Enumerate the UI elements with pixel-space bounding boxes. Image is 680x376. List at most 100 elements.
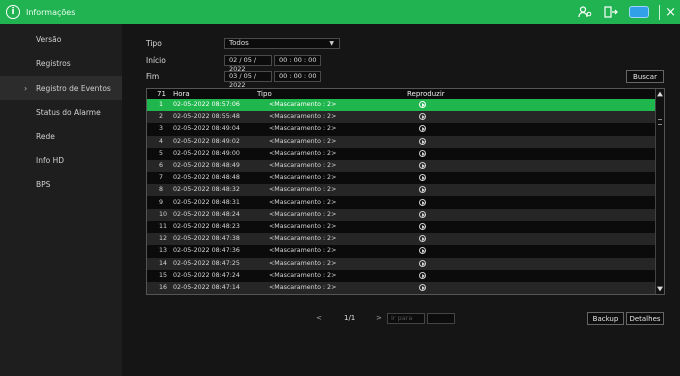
- table-row[interactable]: 6 02-05-2022 08:48:49 <Mascaramento : 2>: [147, 160, 655, 172]
- row-number: 2: [159, 113, 164, 121]
- row-time: 02-05-2022 08:48:49: [173, 162, 240, 169]
- table-row[interactable]: 9 02-05-2022 08:48:31 <Mascaramento : 2>: [147, 197, 655, 209]
- close-icon[interactable]: ×: [659, 4, 676, 20]
- row-number: 4: [159, 137, 164, 145]
- end-time-input[interactable]: 00 : 00 : 00: [274, 71, 321, 82]
- scroll-down-icon[interactable]: [657, 286, 663, 292]
- play-icon[interactable]: [419, 223, 426, 230]
- start-time-input[interactable]: 00 : 00 : 00: [274, 55, 321, 66]
- event-log-window: i Informações × Versão Registros › Regist…: [0, 0, 680, 376]
- sidebar-item-label: BPS: [36, 179, 51, 189]
- sidebar-item-versao[interactable]: Versão: [0, 27, 122, 51]
- column-header-play: Reproduzir: [407, 90, 445, 98]
- table-row[interactable]: 8 02-05-2022 08:48:32 <Mascaramento : 2>: [147, 184, 655, 197]
- logout-icon[interactable]: [603, 4, 619, 20]
- row-time: 02-05-2022 08:47:14: [173, 284, 240, 291]
- row-type: <Mascaramento : 2>: [269, 284, 337, 291]
- result-count: 71: [157, 90, 166, 98]
- user-icon[interactable]: [577, 4, 593, 20]
- table-header: 71 Hora Tipo Reproduzir: [147, 89, 657, 99]
- row-number: 7: [159, 174, 164, 182]
- row-type: <Mascaramento : 2>: [269, 210, 337, 218]
- hdd-icon[interactable]: [629, 6, 650, 18]
- info-icon: i: [6, 5, 20, 19]
- title-bar: i Informações ×: [0, 0, 680, 24]
- type-label: Tipo: [146, 39, 162, 48]
- table-row[interactable]: 14 02-05-2022 08:47:25 <Mascaramento : 2>: [147, 257, 655, 270]
- sidebar-item-registro-de-eventos[interactable]: › Registro de Eventos: [0, 76, 122, 100]
- row-type: <Mascaramento : 2>: [269, 259, 337, 267]
- prev-page-button[interactable]: <: [316, 314, 322, 322]
- table-scrollbar[interactable]: [655, 89, 664, 294]
- end-date-input[interactable]: 03 / 05 / 2022: [224, 71, 272, 89]
- sidebar-item-rede[interactable]: Rede: [0, 124, 122, 148]
- row-time: 02-05-2022 08:55:48: [173, 113, 240, 121]
- play-icon[interactable]: [419, 137, 426, 145]
- table-row[interactable]: 12 02-05-2022 08:47:38 <Mascaramento : 2>: [147, 233, 655, 246]
- play-icon[interactable]: [419, 235, 426, 243]
- table-row[interactable]: 1 02-05-2022 08:57:06 <Mascaramento : 2>: [147, 99, 655, 111]
- backup-button[interactable]: Backup: [587, 312, 624, 325]
- table-row[interactable]: 13 02-05-2022 08:47:36 <Mascaramento : 2>: [147, 245, 655, 257]
- row-type: <Mascaramento : 2>: [269, 186, 337, 194]
- chevron-down-icon: ▼: [329, 40, 334, 47]
- row-number: 3: [159, 125, 164, 133]
- play-icon[interactable]: [419, 162, 426, 169]
- sidebar-item-label: Rede: [36, 131, 55, 141]
- row-number: 9: [159, 198, 164, 206]
- event-table: 71 Hora Tipo Reproduzir 1 02-05-2022 08:5…: [146, 88, 665, 295]
- scroll-thumb[interactable]: [658, 119, 662, 125]
- play-icon[interactable]: [419, 210, 426, 218]
- row-number: 12: [159, 235, 168, 243]
- row-number: 13: [159, 247, 168, 255]
- start-date-input[interactable]: 02 / 05 / 2022: [224, 55, 272, 73]
- table-row[interactable]: 15 02-05-2022 08:47:24 <Mascaramento : 2>: [147, 270, 655, 282]
- row-time: 02-05-2022 08:47:24: [173, 271, 240, 279]
- table-row[interactable]: 4 02-05-2022 08:49:02 <Mascaramento : 2>: [147, 135, 655, 148]
- type-select[interactable]: Todos ▼: [224, 38, 340, 49]
- play-icon[interactable]: [419, 186, 426, 194]
- play-icon[interactable]: [419, 174, 426, 182]
- play-icon[interactable]: [419, 149, 426, 157]
- scroll-up-icon[interactable]: [657, 91, 663, 97]
- row-time: 02-05-2022 08:49:04: [173, 125, 240, 133]
- sidebar-item-registros[interactable]: Registros: [0, 51, 122, 75]
- play-icon[interactable]: [419, 284, 426, 291]
- table-row[interactable]: 3 02-05-2022 08:49:04 <Mascaramento : 2>: [147, 123, 655, 135]
- play-icon[interactable]: [419, 198, 426, 206]
- next-page-button[interactable]: >: [376, 314, 382, 322]
- row-type: <Mascaramento : 2>: [269, 149, 337, 157]
- sidebar-item-bps[interactable]: BPS: [0, 172, 122, 196]
- sidebar-item-status-do-alarme[interactable]: Status do Alarme: [0, 100, 122, 124]
- row-time: 02-05-2022 08:48:31: [173, 198, 240, 206]
- row-time: 02-05-2022 08:57:06: [173, 101, 240, 108]
- row-time: 02-05-2022 08:47:25: [173, 259, 240, 267]
- row-type: <Mascaramento : 2>: [269, 113, 337, 121]
- sidebar-item-label: Registros: [36, 58, 71, 68]
- play-icon[interactable]: [419, 113, 426, 121]
- row-time: 02-05-2022 08:48:23: [173, 223, 240, 230]
- table-row[interactable]: 7 02-05-2022 08:48:48 <Mascaramento : 2>: [147, 172, 655, 184]
- play-icon[interactable]: [419, 259, 426, 267]
- column-header-type: Tipo: [257, 90, 272, 98]
- play-icon[interactable]: [419, 271, 426, 279]
- goto-page-input[interactable]: Ir para: [387, 313, 425, 324]
- play-icon[interactable]: [419, 247, 426, 255]
- sidebar-item-info-hd[interactable]: Info HD: [0, 148, 122, 172]
- sidebar-item-label: Info HD: [36, 155, 64, 165]
- start-label: Início: [146, 56, 166, 65]
- row-time: 02-05-2022 08:47:38: [173, 235, 240, 243]
- details-button[interactable]: Detalhes: [626, 312, 664, 325]
- play-icon[interactable]: [419, 125, 426, 133]
- play-icon[interactable]: [419, 101, 426, 108]
- goto-page-button[interactable]: [427, 313, 455, 324]
- table-row[interactable]: 5 02-05-2022 08:49:00 <Mascaramento : 2>: [147, 148, 655, 160]
- sidebar-item-label: Registro de Eventos: [36, 83, 111, 93]
- row-type: <Mascaramento : 2>: [269, 235, 337, 243]
- table-row[interactable]: 16 02-05-2022 08:47:14 <Mascaramento : 2>: [147, 282, 655, 294]
- table-row[interactable]: 2 02-05-2022 08:55:48 <Mascaramento : 2>: [147, 111, 655, 124]
- row-number: 1: [159, 101, 164, 108]
- search-button[interactable]: Buscar: [626, 70, 664, 83]
- table-row[interactable]: 10 02-05-2022 08:48:24 <Mascaramento : 2>: [147, 208, 655, 221]
- table-row[interactable]: 11 02-05-2022 08:48:23 <Mascaramento : 2>: [147, 221, 655, 233]
